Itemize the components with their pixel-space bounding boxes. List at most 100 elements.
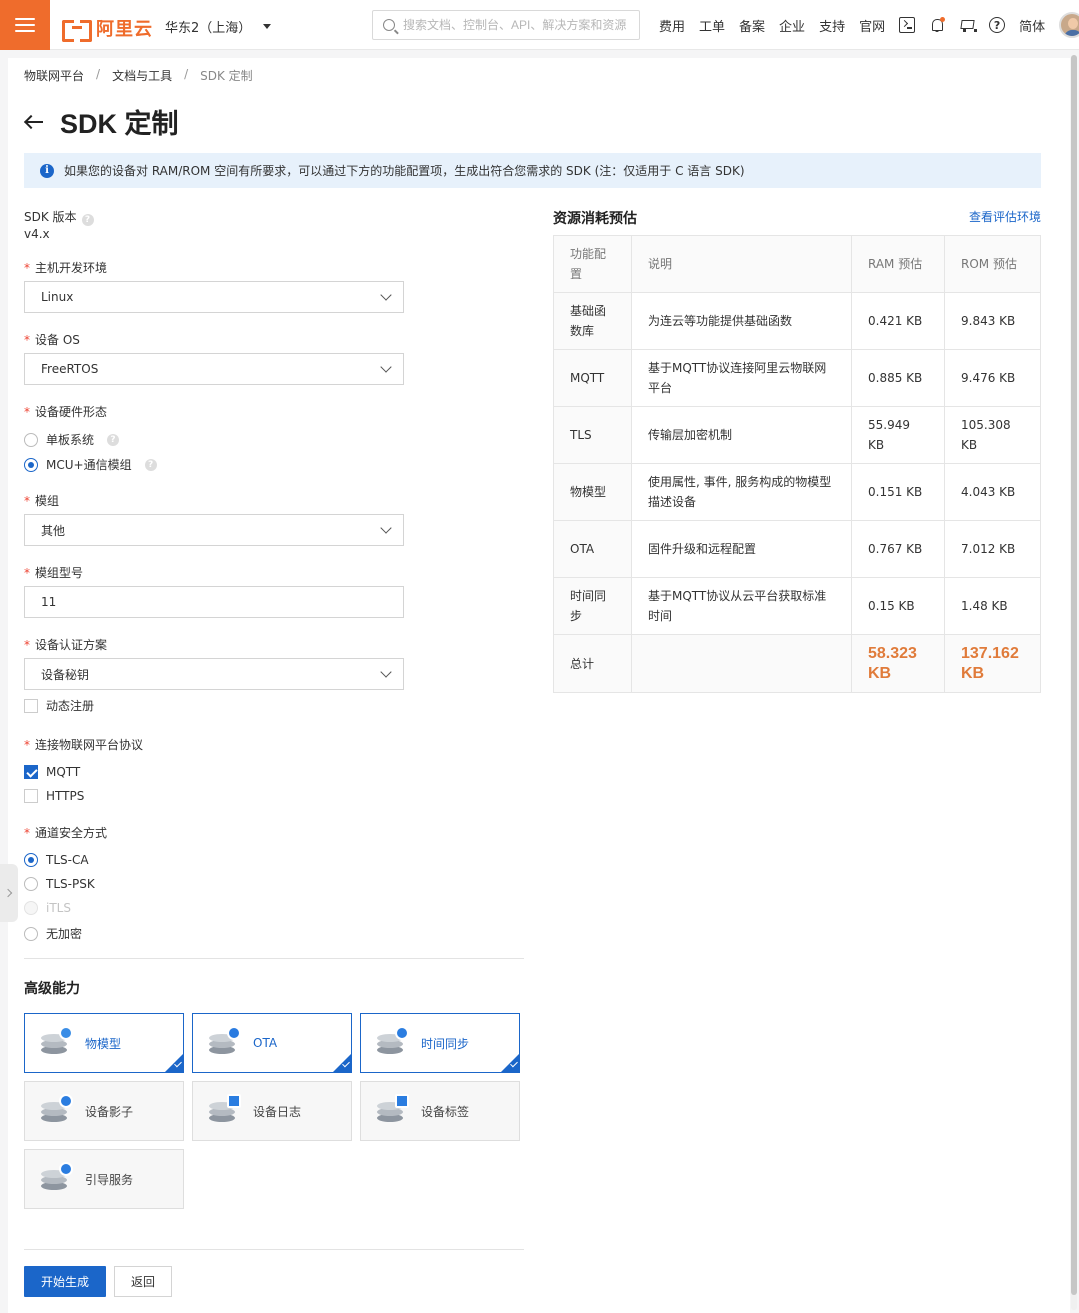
generate-button[interactable]: 开始生成 <box>24 1266 106 1297</box>
nav-official-site[interactable]: 官网 <box>859 16 885 35</box>
cell-total-ram: 58.323 KB <box>851 634 945 693</box>
capability-bootstrap[interactable]: 引导服务 <box>24 1149 184 1209</box>
checkbox-checked[interactable] <box>24 765 38 779</box>
view-env-link[interactable]: 查看评估环境 <box>969 208 1041 225</box>
top-nav: 费用 工单 备案 企业 支持 官网 ? 简体 <box>659 0 1079 50</box>
nav-billing[interactable]: 费用 <box>659 16 685 35</box>
breadcrumb-docs-tools[interactable]: 文档与工具 <box>112 67 172 84</box>
radio[interactable] <box>24 877 38 891</box>
protocol-mqtt-checkbox[interactable]: MQTT <box>24 765 80 779</box>
cell-desc: 固件升级和远程配置 <box>631 520 852 578</box>
hw-form-option-board[interactable]: 单板系统? <box>24 431 120 448</box>
device-os-label: * 设备 OS <box>24 333 80 347</box>
region-selector[interactable]: 华东2（上海） <box>165 17 272 36</box>
hw-form-label: * 设备硬件形态 <box>24 405 108 419</box>
device-log-icon <box>207 1094 241 1128</box>
nav-icp[interactable]: 备案 <box>739 16 765 35</box>
logo[interactable]: 阿里云 <box>62 15 153 42</box>
help-icon[interactable]: ? <box>989 17 1006 33</box>
chevron-down-icon <box>380 361 392 373</box>
device-os-select[interactable]: FreeRTOS <box>24 353 404 385</box>
radio[interactable] <box>24 926 38 941</box>
module-model-label: * 模组型号 <box>24 566 84 580</box>
cell-desc: 为连云等功能提供基础函数 <box>631 292 852 350</box>
search-box[interactable] <box>372 10 640 40</box>
capability-ota[interactable]: OTA <box>192 1013 352 1073</box>
bell-icon[interactable] <box>929 17 946 33</box>
avatar[interactable] <box>1059 12 1079 38</box>
protocol-label: * 连接物联网平台协议 <box>24 738 144 752</box>
cell-desc: 传输层加密机制 <box>631 406 852 464</box>
scrollbar[interactable] <box>1071 55 1077 1310</box>
device-tag-icon <box>375 1094 409 1128</box>
checkbox[interactable] <box>24 789 38 803</box>
back-button[interactable]: 返回 <box>114 1266 172 1297</box>
search-input[interactable] <box>403 18 633 32</box>
security-itls: iTLS <box>24 901 71 915</box>
table-total-row: 总计 58.323 KB 137.162 KB <box>553 634 1041 693</box>
hw-form-option-mcu[interactable]: MCU+通信模组? <box>24 456 157 473</box>
help-icon[interactable]: ? <box>107 433 120 446</box>
security-tls-ca[interactable]: TLS-CA <box>24 853 89 867</box>
resource-table: 功能配置 说明 RAM 预估 ROM 预估 基础函数库 为连云等功能提供基础函数… <box>553 235 1041 693</box>
col-feature: 功能配置 <box>553 235 632 293</box>
page-title: SDK 定制 <box>60 109 179 139</box>
back-arrow-icon[interactable] <box>24 114 44 130</box>
help-icon[interactable]: ? <box>81 214 94 226</box>
auth-select[interactable]: 设备秘钥 <box>24 658 404 690</box>
breadcrumb-current: SDK 定制 <box>200 69 253 83</box>
breadcrumb-separator: / <box>96 67 101 81</box>
host-env-select[interactable]: Linux <box>24 281 404 313</box>
nav-enterprise[interactable]: 企业 <box>779 16 805 35</box>
nav-tickets[interactable]: 工单 <box>699 16 725 35</box>
cell-feature: MQTT <box>553 349 632 407</box>
title-row: SDK 定制 <box>24 102 179 141</box>
notice-text: 如果您的设备对 RAM/ROM 空间有所要求，可以通过下方的功能配置项，生成出符… <box>64 164 745 178</box>
cell-ram: 0.885 KB <box>851 349 945 407</box>
sidebar-toggle[interactable] <box>0 864 18 922</box>
sdk-version-value: v4.x <box>24 227 50 241</box>
capability-time-sync[interactable]: 时间同步 <box>360 1013 520 1073</box>
capability-label: 设备标签 <box>421 1104 470 1119</box>
security-tls-psk[interactable]: TLS-PSK <box>24 877 95 891</box>
advanced-title: 高级能力 <box>24 981 80 997</box>
chevron-down-icon <box>380 666 392 678</box>
chevron-down-icon <box>380 289 392 301</box>
device-shadow-icon <box>39 1094 73 1128</box>
radio-selected[interactable] <box>24 457 38 472</box>
capability-label: 引导服务 <box>85 1172 134 1187</box>
security-none[interactable]: 无加密 <box>24 925 82 942</box>
cell-feature: OTA <box>553 520 632 578</box>
cart-icon[interactable] <box>959 17 978 33</box>
top-bar: 阿里云 华东2（上海） 费用 工单 备案 企业 支持 官网 ? 简体 <box>0 0 1079 50</box>
table-row: 时间同步 基于MQTT协议从云平台获取标准时间 0.15 KB 1.48 KB <box>553 577 1041 635</box>
menu-icon[interactable] <box>0 0 50 50</box>
module-select[interactable]: 其他 <box>24 514 404 546</box>
breadcrumb-iot-platform[interactable]: 物联网平台 <box>24 67 84 84</box>
module-model-input[interactable]: 11 <box>24 586 404 618</box>
capability-label: 设备影子 <box>85 1104 134 1119</box>
scrollbar-thumb[interactable] <box>1071 55 1077 1295</box>
protocol-https-checkbox[interactable]: HTTPS <box>24 789 84 803</box>
capability-thing-model[interactable]: 物模型 <box>24 1013 184 1073</box>
language-switch[interactable]: 简体 <box>1019 16 1045 35</box>
cell-rom: 4.043 KB <box>944 463 1041 521</box>
dynamic-register-checkbox[interactable]: 动态注册 <box>24 697 94 714</box>
table-row: MQTT 基于MQTT协议连接阿里云物联网平台 0.885 KB 9.476 K… <box>553 349 1041 407</box>
radio[interactable] <box>24 432 38 447</box>
search-icon <box>383 19 395 31</box>
info-notice: i 如果您的设备对 RAM/ROM 空间有所要求，可以通过下方的功能配置项，生成… <box>24 153 1041 188</box>
capability-device-shadow[interactable]: 设备影子 <box>24 1081 184 1141</box>
help-icon[interactable]: ? <box>144 458 157 471</box>
cell-feature: TLS <box>553 406 632 464</box>
cell-feature: 物模型 <box>553 463 632 521</box>
checkbox[interactable] <box>24 698 38 713</box>
cell-total-desc <box>631 634 852 693</box>
radio-selected[interactable] <box>24 853 38 867</box>
terminal-icon[interactable] <box>899 17 916 33</box>
nav-support[interactable]: 支持 <box>819 16 845 35</box>
cell-rom: 1.48 KB <box>944 577 1041 635</box>
capability-device-log[interactable]: 设备日志 <box>192 1081 352 1141</box>
capability-device-tag[interactable]: 设备标签 <box>360 1081 520 1141</box>
cell-ram: 55.949 KB <box>851 406 945 464</box>
